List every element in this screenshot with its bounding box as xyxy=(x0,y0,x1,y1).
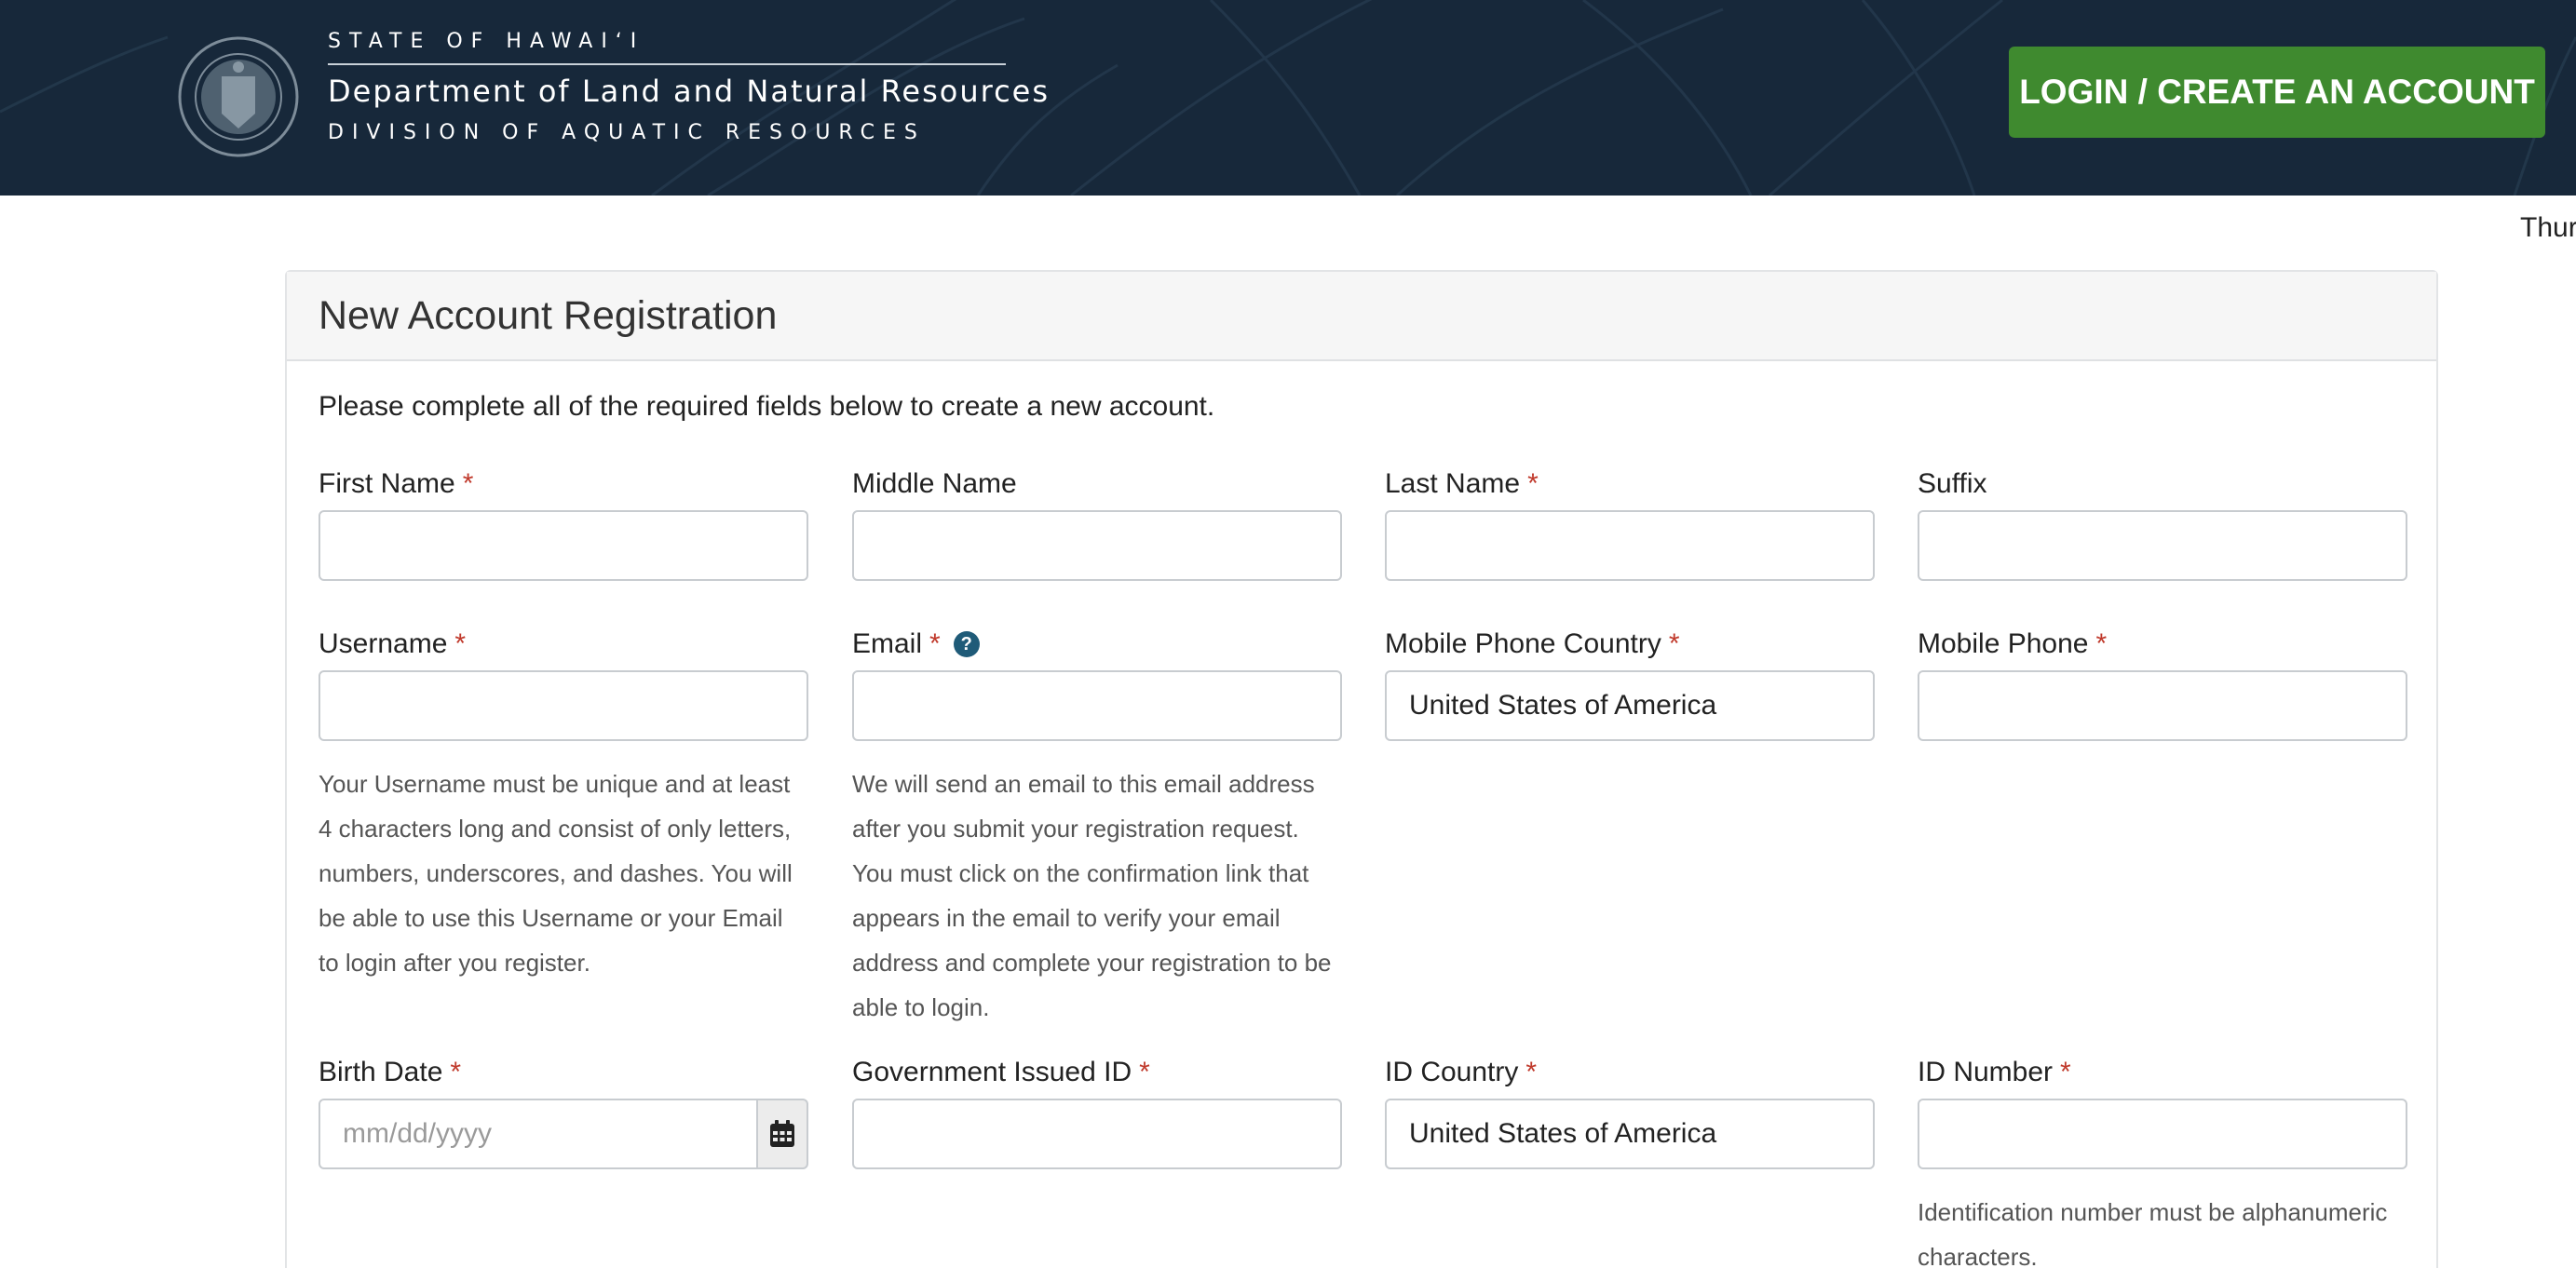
government-id-select[interactable] xyxy=(852,1099,1342,1169)
division-name: DIVISION OF AQUATIC RESOURCES xyxy=(328,121,926,144)
email-field: Email * ? We will send an email to this e… xyxy=(852,626,1342,1021)
state-name: STATE OF HAWAIʻI xyxy=(328,30,645,53)
mobile-phone-country-field: Mobile Phone Country * xyxy=(1385,626,1875,741)
username-hint: Your Username must be unique and at leas… xyxy=(319,770,793,977)
username-input[interactable] xyxy=(319,670,808,741)
required-asterisk: * xyxy=(2060,1057,2071,1087)
required-asterisk: * xyxy=(454,628,467,659)
id-country-select[interactable] xyxy=(1385,1099,1875,1169)
department-name: Department of Land and Natural Resources xyxy=(328,74,1051,109)
state-seal-icon xyxy=(178,36,299,157)
email-label: Email * ? xyxy=(852,626,1342,663)
calendar-icon xyxy=(770,1120,794,1147)
suffix-input[interactable] xyxy=(1918,510,2407,581)
email-hint: We will send an email to this email addr… xyxy=(852,770,1332,1021)
required-asterisk: * xyxy=(462,468,474,499)
birth-date-field: Birth Date * xyxy=(319,1054,808,1169)
site-header: STATE OF HAWAIʻI Department of Land and … xyxy=(0,0,2576,196)
required-asterisk: * xyxy=(1525,1057,1538,1087)
first-name-label: First Name * xyxy=(319,465,808,503)
id-number-label: ID Number * xyxy=(1918,1054,2407,1091)
current-date: Thur xyxy=(2520,212,2576,243)
suffix-field: Suffix xyxy=(1918,465,2407,581)
middle-name-field: Middle Name xyxy=(852,465,1342,581)
middle-name-input[interactable] xyxy=(852,510,1342,581)
brand-divider xyxy=(328,63,1006,65)
username-field: Username * Your Username must be unique a… xyxy=(319,626,808,977)
brand-block: STATE OF HAWAIʻI Department of Land and … xyxy=(328,26,1050,151)
email-input[interactable] xyxy=(852,670,1342,741)
intro-text: Please complete all of the required fiel… xyxy=(319,391,1215,422)
birth-date-input[interactable] xyxy=(319,1099,758,1169)
username-label: Username * xyxy=(319,626,808,663)
required-asterisk: * xyxy=(450,1057,462,1087)
required-asterisk: * xyxy=(1668,628,1680,659)
middle-name-label: Middle Name xyxy=(852,468,1017,499)
mobile-phone-label: Mobile Phone * xyxy=(1918,626,2407,663)
help-icon[interactable]: ? xyxy=(953,631,980,657)
mobile-phone-country-label: Mobile Phone Country * xyxy=(1385,626,1875,663)
required-asterisk: * xyxy=(2095,628,2108,659)
mobile-phone-input[interactable] xyxy=(1918,670,2407,741)
required-asterisk: * xyxy=(1527,468,1539,499)
suffix-label: Suffix xyxy=(1918,468,1987,499)
calendar-button[interactable] xyxy=(756,1099,808,1169)
government-id-field: Government Issued ID * xyxy=(852,1054,1342,1169)
last-name-field: Last Name * xyxy=(1385,465,1875,581)
government-id-label: Government Issued ID * xyxy=(852,1054,1342,1091)
birth-date-label: Birth Date * xyxy=(319,1054,808,1091)
mobile-phone-field: Mobile Phone * xyxy=(1918,626,2407,741)
id-number-hint: Identification number must be alphanumer… xyxy=(1918,1198,2388,1268)
id-number-field: ID Number * Identification number must be… xyxy=(1918,1054,2407,1268)
last-name-label: Last Name * xyxy=(1385,465,1875,503)
page-title: New Account Registration xyxy=(319,292,778,338)
required-asterisk: * xyxy=(929,628,941,659)
mobile-phone-country-select[interactable] xyxy=(1385,670,1875,741)
registration-card: New Account Registration Please complete… xyxy=(285,270,2438,1268)
card-header: New Account Registration xyxy=(287,272,2436,361)
required-asterisk: * xyxy=(1139,1057,1150,1087)
birth-date-group xyxy=(319,1099,808,1169)
id-country-label: ID Country * xyxy=(1385,1054,1875,1091)
last-name-input[interactable] xyxy=(1385,510,1875,581)
first-name-field: First Name * xyxy=(319,465,808,581)
login-create-account-button[interactable]: LOGIN / CREATE AN ACCOUNT xyxy=(2009,47,2545,138)
id-country-field: ID Country * xyxy=(1385,1054,1875,1169)
id-number-input[interactable] xyxy=(1918,1099,2407,1169)
first-name-input[interactable] xyxy=(319,510,808,581)
